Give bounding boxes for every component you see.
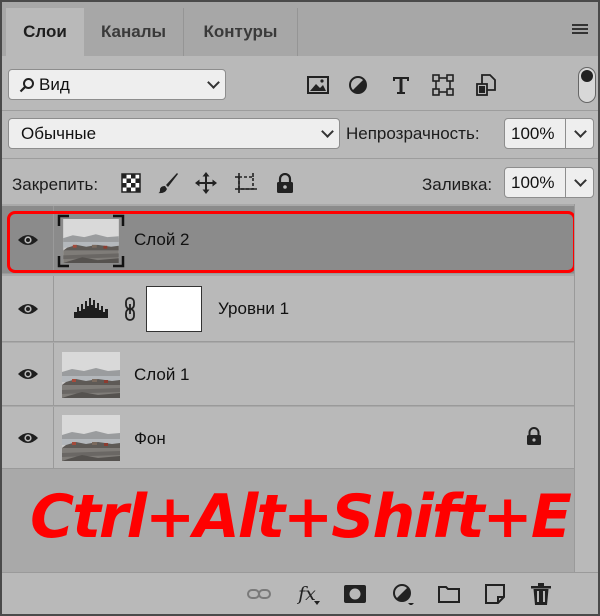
layer-row-levels1[interactable]: Уровни 1 xyxy=(2,276,574,342)
tab-bar: Слои Каналы Контуры xyxy=(2,2,598,56)
chevron-down-icon[interactable] xyxy=(574,174,587,187)
filter-smart-object-icon[interactable] xyxy=(473,72,499,98)
search-icon xyxy=(19,78,34,93)
lock-all-icon[interactable] xyxy=(272,170,298,196)
filter-adjustment-icon[interactable] xyxy=(345,72,371,98)
chevron-down-icon[interactable] xyxy=(574,125,587,138)
layer-thumbnail xyxy=(62,415,120,461)
opacity-field[interactable]: 100% xyxy=(504,118,594,149)
chevron-down-icon xyxy=(321,125,334,138)
filter-shape-icon[interactable] xyxy=(430,72,456,98)
layer-visibility-toggle[interactable] xyxy=(2,343,54,405)
toggle-knob xyxy=(581,70,593,82)
tab-paths[interactable]: Контуры xyxy=(184,8,298,56)
lock-transparent-pixels-icon[interactable] xyxy=(118,170,144,196)
filter-kind-label: Вид xyxy=(39,75,70,94)
blend-mode-select[interactable]: Обычные xyxy=(8,118,340,149)
shortcut-overlay-text: Ctrl+Alt+Shift+E xyxy=(30,482,572,552)
layer-name[interactable]: Фон xyxy=(134,429,166,449)
filter-toggle-switch[interactable] xyxy=(578,67,596,103)
tab-channels[interactable]: Каналы xyxy=(84,8,184,56)
new-adjustment-layer-icon[interactable] xyxy=(390,581,416,607)
panel-menu-icon[interactable] xyxy=(572,24,588,35)
eye-icon xyxy=(17,431,39,445)
blend-mode-value: Обычные xyxy=(21,124,97,143)
opacity-divider xyxy=(565,119,566,148)
tab-layers[interactable]: Слои xyxy=(6,8,84,56)
add-mask-icon[interactable] xyxy=(342,581,368,607)
layer-visibility-toggle[interactable] xyxy=(2,407,54,468)
fill-divider xyxy=(565,168,566,197)
new-group-folder-icon[interactable] xyxy=(436,581,462,607)
lock-position-move-icon[interactable] xyxy=(193,170,219,196)
filter-pixel-icon[interactable] xyxy=(305,72,331,98)
fill-label: Заливка: xyxy=(422,175,493,194)
levels-histogram-icon xyxy=(74,298,108,318)
fill-field[interactable]: 100% xyxy=(504,167,594,198)
layer-visibility-toggle[interactable] xyxy=(2,276,54,341)
link-layers-icon[interactable] xyxy=(246,581,272,607)
layer-name[interactable]: Слой 1 xyxy=(134,365,190,385)
delete-layer-trash-icon[interactable] xyxy=(528,581,554,607)
opacity-value[interactable]: 100% xyxy=(511,124,554,144)
selected-layer-highlight xyxy=(7,211,576,273)
bottom-toolbar: fx xyxy=(2,572,598,614)
lock-artboard-icon[interactable] xyxy=(233,170,259,196)
layer-style-fx-button[interactable]: fx xyxy=(294,581,320,607)
chevron-down-icon xyxy=(207,76,220,89)
layer-thumbnail xyxy=(62,352,120,398)
layer-row-background[interactable]: Фон xyxy=(2,407,574,469)
opacity-label: Непрозрачность: xyxy=(346,124,480,143)
layer-mask-thumbnail[interactable] xyxy=(146,286,202,332)
layer-name[interactable]: Уровни 1 xyxy=(218,299,289,319)
lock-image-pixels-brush-icon[interactable] xyxy=(155,170,181,196)
lock-icon[interactable] xyxy=(526,427,542,446)
layer-mask-link-icon[interactable] xyxy=(123,297,137,321)
fill-value[interactable]: 100% xyxy=(511,173,554,193)
eye-icon xyxy=(17,367,39,381)
new-layer-icon[interactable] xyxy=(482,581,508,607)
lock-label: Закрепить: xyxy=(12,175,99,194)
filter-type-icon[interactable] xyxy=(388,72,414,98)
eye-icon xyxy=(17,302,39,316)
layers-panel: Слои Каналы Контуры Вид Обычные Непрозра… xyxy=(2,2,598,614)
layer-row-layer1[interactable]: Слой 1 xyxy=(2,343,574,406)
filter-kind-select[interactable]: Вид xyxy=(8,69,226,100)
